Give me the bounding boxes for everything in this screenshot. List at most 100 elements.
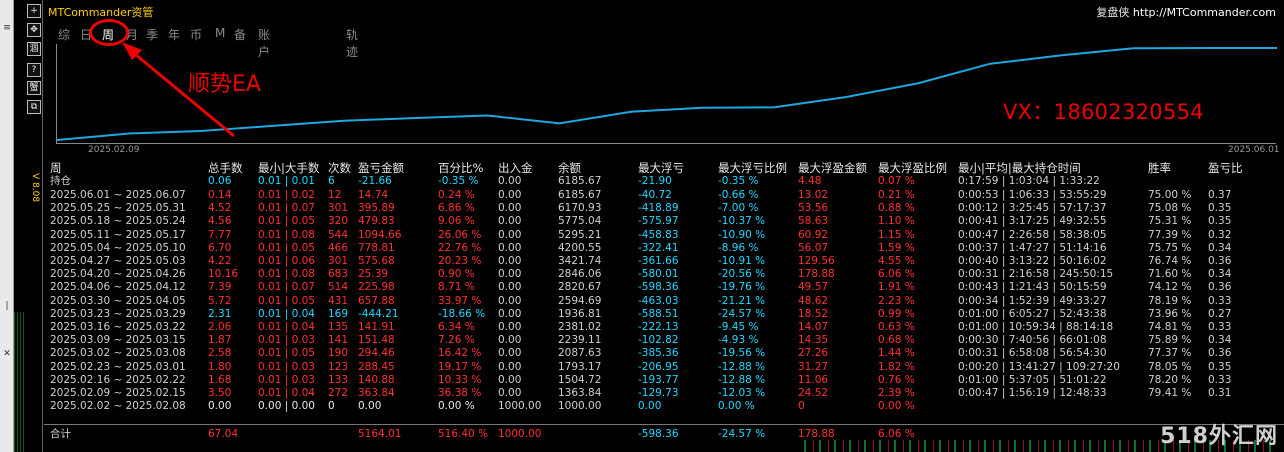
balance-point bbox=[558, 122, 561, 125]
table-row[interactable]: 2025.03.02 ~ 2025.03.08 2.58 0.01 | 0.05 19… bbox=[44, 347, 1284, 360]
cell-io: 0.00 bbox=[498, 202, 522, 215]
cell-pct: 26.06 % bbox=[438, 228, 482, 241]
brand-url[interactable]: http://MTCommander.com bbox=[1133, 6, 1276, 19]
cell-maxfp: 53.56 bbox=[798, 202, 829, 215]
table-row[interactable]: 2025.03.30 ~ 2025.04.05 5.72 0.01 | 0.05 43… bbox=[44, 295, 1284, 308]
table-row[interactable]: 2025.06.01 ~ 2025.06.07 0.14 0.01 | 0.02 12… bbox=[44, 189, 1284, 202]
col-maxfl[interactable]: 最大浮亏 bbox=[638, 160, 684, 176]
cell-pnl: -444.21 bbox=[358, 307, 399, 320]
table-row[interactable]: 2025.05.04 ~ 2025.05.10 6.70 0.01 | 0.05 46… bbox=[44, 242, 1284, 255]
move-icon[interactable]: ✥ bbox=[27, 23, 41, 37]
table-row[interactable]: 2025.04.06 ~ 2025.04.12 7.39 0.01 | 0.07 51… bbox=[44, 281, 1284, 294]
table-row[interactable]: 2025.05.25 ~ 2025.05.31 4.52 0.01 | 0.07 30… bbox=[44, 202, 1284, 215]
settings-icon[interactable]: 蟹 bbox=[27, 81, 41, 95]
cell-minmax: 0.01 | 0.04 bbox=[258, 321, 315, 333]
cell-io: 0.00 bbox=[498, 321, 522, 333]
cell-maxfp: 14.07 bbox=[798, 321, 829, 333]
cell-time: 0:00:40 | 3:13:22 | 50:16:02 bbox=[958, 255, 1107, 267]
cell-pnl: 294.46 bbox=[358, 347, 395, 360]
scroll-marker-icon[interactable]: | bbox=[1, 300, 13, 312]
cell-maxflpct: -7.00 % bbox=[718, 202, 759, 215]
table-row[interactable]: 2025.04.20 ~ 2025.04.26 10.16 0.01 | 0.08 6… bbox=[44, 268, 1284, 281]
table-row[interactable]: 2025.02.02 ~ 2025.02.08 0.00 0.00 | 0.00 0 0… bbox=[44, 400, 1284, 413]
col-holdtime[interactable]: 最小|平均|最大持仓时间 bbox=[958, 160, 1081, 176]
cell-maxfp: 14.35 bbox=[798, 334, 829, 347]
table-row[interactable]: 2025.04.27 ~ 2025.05.03 4.22 0.01 | 0.06 30… bbox=[44, 255, 1284, 268]
cell-win: 78.05 % bbox=[1148, 360, 1192, 373]
cell-time: 0:00:12 | 3:25:45 | 57:17:37 bbox=[958, 202, 1107, 215]
close-icon[interactable]: ✕ bbox=[1, 348, 13, 360]
cell-balance: 1793.17 bbox=[558, 360, 602, 373]
cell-win: 74.12 % bbox=[1148, 281, 1192, 294]
col-balance[interactable]: 余额 bbox=[558, 160, 581, 176]
cell-io: 0.00 bbox=[498, 307, 522, 320]
table-row[interactable]: 2025.03.16 ~ 2025.03.22 2.06 0.01 | 0.04 13… bbox=[44, 321, 1284, 334]
cell-maxfppct: 2.23 % bbox=[878, 294, 915, 307]
table-row[interactable]: 2025.05.11 ~ 2025.05.17 7.77 0.01 | 0.08 54… bbox=[44, 229, 1284, 242]
cell-lots: 2.31 bbox=[208, 307, 232, 320]
col-pct[interactable]: 百分比% bbox=[438, 160, 483, 176]
cell-maxfl: -580.01 bbox=[638, 268, 679, 281]
cell-maxfp: 24.52 bbox=[798, 387, 829, 399]
col-minmax[interactable]: 最小|大手数 bbox=[258, 160, 319, 176]
cell-pnl: 25.39 bbox=[358, 268, 389, 281]
tab-quarter[interactable]: 季 bbox=[146, 26, 158, 43]
col-pnl[interactable]: 盈亏金额 bbox=[358, 160, 404, 176]
col-lots[interactable]: 总手数 bbox=[208, 160, 243, 176]
cell-maxfppct: 0.21 % bbox=[878, 189, 915, 201]
tab-year[interactable]: 年 bbox=[168, 26, 180, 43]
cell-count: 544 bbox=[328, 228, 349, 241]
cell-pct: 0.24 % bbox=[438, 189, 475, 201]
brand[interactable]: 复盘侠 http://MTCommander.com bbox=[1096, 4, 1276, 20]
col-maxfp[interactable]: 最大浮盈金额 bbox=[798, 160, 867, 176]
left-window-strip: ≡ | ✕ bbox=[0, 0, 14, 452]
cell-maxfppct: 1.59 % bbox=[878, 241, 915, 254]
cell-maxflpct: -8.96 % bbox=[718, 241, 759, 254]
balance-point bbox=[343, 119, 345, 122]
cell-maxfl: -361.66 bbox=[638, 255, 679, 267]
cell-week: 2025.05.25 ~ 2025.05.31 bbox=[50, 202, 186, 215]
cell-maxfl: 0.00 bbox=[638, 400, 662, 413]
cell-pct: 8.71 % bbox=[438, 281, 475, 294]
col-winrate[interactable]: 胜率 bbox=[1148, 160, 1171, 176]
cell-pct: 33.97 % bbox=[438, 294, 482, 307]
table-row[interactable]: 2025.02.23 ~ 2025.03.01 1.80 0.01 | 0.03 12… bbox=[44, 361, 1284, 374]
cell-io: 0.00 bbox=[498, 189, 522, 201]
cell-minmax: 0.01 | 0.05 bbox=[258, 215, 315, 228]
cell-maxfp: 0 bbox=[798, 400, 805, 413]
tab-notes[interactable]: 备 bbox=[234, 26, 246, 43]
holding-row[interactable]: 持仓 0.06 0.01 | 0.01 6 -21.66 -0.35 % 0.00 6185.… bbox=[44, 175, 1284, 188]
cell-count: 169 bbox=[328, 307, 349, 320]
col-maxfppct[interactable]: 最大浮盈比例 bbox=[878, 160, 947, 176]
balance-point bbox=[845, 96, 848, 98]
tab-magic[interactable]: M bbox=[215, 26, 225, 40]
chart-start-date: 2025.02.09 bbox=[88, 145, 140, 155]
cell-time: 0:00:43 | 1:21:43 | 50:15:59 bbox=[958, 281, 1107, 294]
plus-icon[interactable]: + bbox=[27, 4, 41, 18]
table-row[interactable]: 2025.02.09 ~ 2025.02.15 3.50 0.01 | 0.04 27… bbox=[44, 387, 1284, 400]
restore-icon[interactable]: ≡ bbox=[1, 22, 13, 34]
col-pr[interactable]: 盈亏比 bbox=[1208, 160, 1243, 176]
tab-currency[interactable]: 币 bbox=[190, 26, 202, 43]
cell-maxfl: -385.36 bbox=[638, 347, 679, 360]
help-icon[interactable]: ? bbox=[27, 63, 41, 77]
col-maxflpct[interactable]: 最大浮亏比例 bbox=[718, 160, 787, 176]
contact-annotation: VX：18602320554 bbox=[1003, 100, 1204, 124]
cell-maxflpct: -21.21 % bbox=[718, 294, 766, 307]
cell-week: 持仓 bbox=[50, 175, 71, 187]
cell-lots: 7.39 bbox=[208, 281, 232, 294]
table-row[interactable]: 2025.03.09 ~ 2025.03.15 1.87 0.01 | 0.03 14… bbox=[44, 334, 1284, 347]
tool-icon[interactable]: 涸 bbox=[27, 42, 41, 56]
table-row[interactable]: 2025.05.18 ~ 2025.05.24 4.56 0.01 | 0.05 32… bbox=[44, 215, 1284, 228]
table-row[interactable]: 2025.03.23 ~ 2025.03.29 2.31 0.01 | 0.04 16… bbox=[44, 308, 1284, 321]
col-io[interactable]: 出入金 bbox=[498, 160, 533, 176]
table-row[interactable]: 2025.02.16 ~ 2025.02.22 1.68 0.01 | 0.03 13… bbox=[44, 374, 1284, 387]
tab-overview[interactable]: 综 bbox=[58, 26, 70, 43]
col-count[interactable]: 次数 bbox=[328, 160, 351, 176]
cell-time: 0:00:34 | 1:52:39 | 49:33:27 bbox=[958, 294, 1107, 307]
window-icon[interactable]: ⧉ bbox=[27, 100, 41, 114]
cell-pr: 0.34 bbox=[1208, 241, 1232, 254]
cell-pct: -0.35 % bbox=[438, 175, 479, 187]
mtcommander-panel: MTCommander资管 复盘侠 http://MTCommander.com… bbox=[44, 0, 1284, 452]
cell-maxfp: 129.56 bbox=[798, 255, 835, 267]
